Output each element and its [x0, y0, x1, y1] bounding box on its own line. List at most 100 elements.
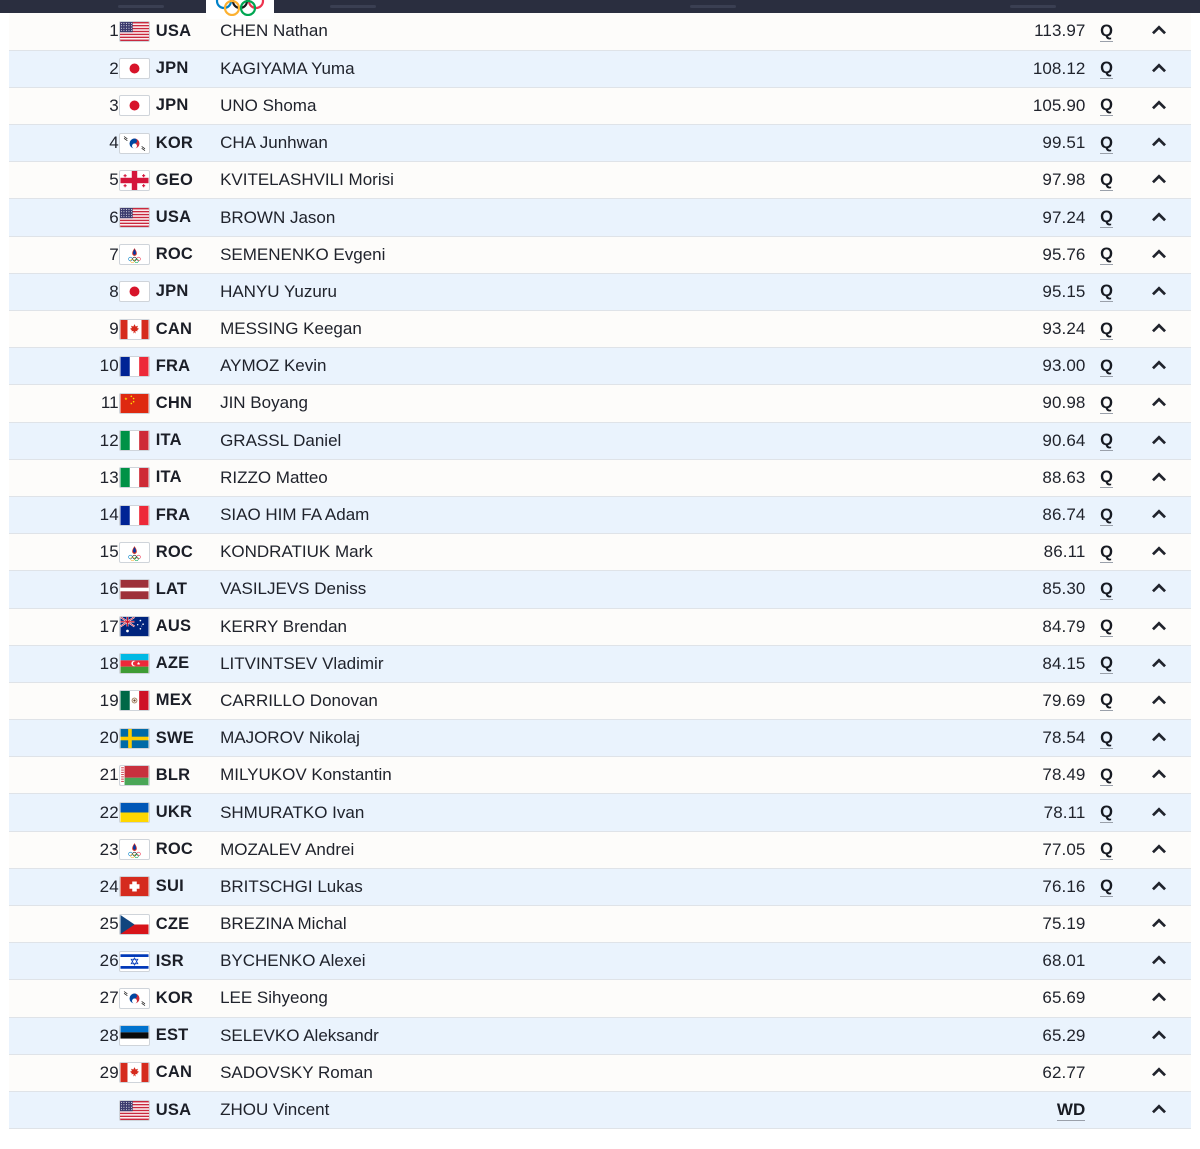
- expand-cell[interactable]: [1127, 13, 1191, 51]
- table-row[interactable]: 21 BLR MILYUKOV Konstantin 78.49 Q: [9, 756, 1191, 795]
- chevron-up-icon[interactable]: [1150, 916, 1168, 928]
- athlete-name[interactable]: CHEN Nathan: [220, 13, 907, 51]
- table-row[interactable]: 13 ITA RIZZO Matteo 88.63 Q: [9, 458, 1191, 497]
- chevron-up-icon[interactable]: [1150, 656, 1168, 668]
- expand-cell[interactable]: [1127, 570, 1191, 609]
- qualified-badge[interactable]: Q: [1100, 96, 1113, 117]
- table-row[interactable]: 9 CAN MESSING Keegan 93.24 Q: [9, 309, 1191, 349]
- expand-cell[interactable]: [1127, 607, 1191, 646]
- athlete-name[interactable]: BYCHENKO Alexei: [220, 942, 907, 981]
- expand-cell[interactable]: [1127, 793, 1191, 832]
- qualified-badge[interactable]: Q: [1100, 505, 1113, 526]
- qualified-badge[interactable]: Q: [1100, 245, 1113, 266]
- athlete-name[interactable]: AYMOZ Kevin: [220, 347, 907, 386]
- qualified-badge[interactable]: Q: [1100, 21, 1113, 42]
- table-row[interactable]: 23 ROC MOZALEV Andrei 77.05 Q: [9, 830, 1191, 869]
- chevron-up-icon[interactable]: [1150, 321, 1168, 333]
- qualified-badge[interactable]: Q: [1100, 654, 1113, 675]
- table-row[interactable]: 16 LAT VASILJEVS Deniss 85.30 Q: [9, 570, 1191, 609]
- expand-cell[interactable]: [1127, 830, 1191, 869]
- chevron-up-icon[interactable]: [1150, 98, 1168, 110]
- chevron-up-icon[interactable]: [1150, 767, 1168, 779]
- expand-cell[interactable]: [1127, 867, 1191, 907]
- chevron-up-icon[interactable]: [1150, 395, 1168, 407]
- athlete-name[interactable]: ZHOU Vincent: [220, 1090, 907, 1130]
- table-row[interactable]: 20 SWE MAJOROV Nikolaj 78.54 Q: [9, 719, 1191, 758]
- athlete-name[interactable]: CHA Junhwan: [220, 124, 907, 163]
- qualified-badge[interactable]: Q: [1100, 170, 1113, 191]
- athlete-name[interactable]: BROWN Jason: [220, 198, 907, 237]
- qualified-badge[interactable]: Q: [1100, 542, 1113, 563]
- qualified-badge[interactable]: Q: [1100, 877, 1113, 898]
- chevron-up-icon[interactable]: [1150, 1028, 1168, 1040]
- chevron-up-icon[interactable]: [1150, 433, 1168, 445]
- table-row[interactable]: 29 CAN SADOVSKY Roman 62.77: [9, 1053, 1191, 1092]
- expand-cell[interactable]: [1127, 198, 1191, 237]
- expand-cell[interactable]: [1127, 161, 1191, 200]
- expand-cell[interactable]: [1127, 235, 1191, 274]
- withdrawn-badge[interactable]: WD: [1056, 1100, 1086, 1122]
- chevron-up-icon[interactable]: [1150, 23, 1168, 35]
- chevron-up-icon[interactable]: [1150, 284, 1168, 296]
- table-row[interactable]: 4 KOR CHA Junhwan 99.51 Q: [9, 124, 1191, 163]
- athlete-name[interactable]: SHMURATKO Ivan: [220, 793, 907, 832]
- chevron-up-icon[interactable]: [1150, 544, 1168, 556]
- qualified-badge[interactable]: Q: [1100, 282, 1113, 303]
- table-row[interactable]: 14 FRA SIAO HIM FA Adam 86.74 Q: [9, 495, 1191, 535]
- chevron-up-icon[interactable]: [1150, 730, 1168, 742]
- athlete-name[interactable]: JIN Boyang: [220, 384, 907, 423]
- expand-cell[interactable]: [1127, 1090, 1191, 1130]
- expand-cell[interactable]: [1127, 347, 1191, 386]
- expand-cell[interactable]: [1127, 384, 1191, 423]
- qualified-badge[interactable]: Q: [1100, 803, 1113, 824]
- chevron-up-icon[interactable]: [1150, 1065, 1168, 1077]
- chevron-up-icon[interactable]: [1150, 581, 1168, 593]
- expand-cell[interactable]: [1127, 124, 1191, 163]
- chevron-up-icon[interactable]: [1150, 172, 1168, 184]
- table-row[interactable]: 15 ROC KONDRATIUK Mark 86.11 Q: [9, 533, 1191, 572]
- expand-cell[interactable]: [1127, 681, 1191, 721]
- expand-cell[interactable]: [1127, 309, 1191, 349]
- expand-cell[interactable]: [1127, 1016, 1191, 1055]
- athlete-name[interactable]: KERRY Brendan: [220, 607, 907, 646]
- qualified-badge[interactable]: Q: [1100, 133, 1113, 154]
- qualified-badge[interactable]: Q: [1100, 840, 1113, 861]
- athlete-name[interactable]: SELEVKO Aleksandr: [220, 1016, 907, 1055]
- qualified-badge[interactable]: Q: [1100, 393, 1113, 414]
- qualified-badge[interactable]: Q: [1100, 579, 1113, 600]
- table-row[interactable]: 18 AZE LITVINTSEV Vladimir 84.15 Q: [9, 644, 1191, 683]
- table-row[interactable]: 7 ROC SEMENENKO Evgeni 95.76 Q: [9, 235, 1191, 274]
- athlete-name[interactable]: GRASSL Daniel: [220, 421, 907, 460]
- expand-cell[interactable]: [1127, 644, 1191, 683]
- athlete-name[interactable]: LEE Sihyeong: [220, 979, 907, 1018]
- athlete-name[interactable]: KAGIYAMA Yuma: [220, 49, 907, 88]
- chevron-up-icon[interactable]: [1150, 619, 1168, 631]
- chevron-up-icon[interactable]: [1150, 210, 1168, 222]
- expand-cell[interactable]: [1127, 272, 1191, 312]
- athlete-name[interactable]: RIZZO Matteo: [220, 458, 907, 497]
- athlete-name[interactable]: SEMENENKO Evgeni: [220, 235, 907, 274]
- athlete-name[interactable]: KVITELASHVILI Morisi: [220, 161, 907, 200]
- athlete-name[interactable]: VASILJEVS Deniss: [220, 570, 907, 609]
- table-row[interactable]: 22 UKR SHMURATKO Ivan 78.11 Q: [9, 793, 1191, 832]
- expand-cell[interactable]: [1127, 904, 1191, 944]
- table-row[interactable]: 17 AUS KERRY Brendan 84.79 Q: [9, 607, 1191, 646]
- chevron-up-icon[interactable]: [1150, 879, 1168, 891]
- table-row[interactable]: 28 EST SELEVKO Aleksandr 65.29: [9, 1016, 1191, 1055]
- athlete-name[interactable]: MAJOROV Nikolaj: [220, 719, 907, 758]
- table-row[interactable]: 6 USA BROWN Jason 97.24 Q: [9, 198, 1191, 237]
- expand-cell[interactable]: [1127, 756, 1191, 795]
- athlete-name[interactable]: SIAO HIM FA Adam: [220, 495, 907, 535]
- qualified-badge[interactable]: Q: [1100, 691, 1113, 712]
- table-row[interactable]: USA ZHOU Vincent WD: [9, 1090, 1191, 1130]
- table-row[interactable]: 12 ITA GRASSL Daniel 90.64 Q: [9, 421, 1191, 460]
- athlete-name[interactable]: UNO Shoma: [220, 86, 907, 126]
- table-row[interactable]: 1 USA CHEN Nathan 113.97 Q: [9, 13, 1191, 51]
- qualified-badge[interactable]: Q: [1100, 728, 1113, 749]
- table-row[interactable]: 10 FRA AYMOZ Kevin 93.00 Q: [9, 347, 1191, 386]
- qualified-badge[interactable]: Q: [1100, 468, 1113, 489]
- chevron-up-icon[interactable]: [1150, 507, 1168, 519]
- expand-cell[interactable]: [1127, 49, 1191, 88]
- table-row[interactable]: 19 MEX CARRILLO Donovan 79.69 Q: [9, 681, 1191, 721]
- chevron-up-icon[interactable]: [1150, 61, 1168, 73]
